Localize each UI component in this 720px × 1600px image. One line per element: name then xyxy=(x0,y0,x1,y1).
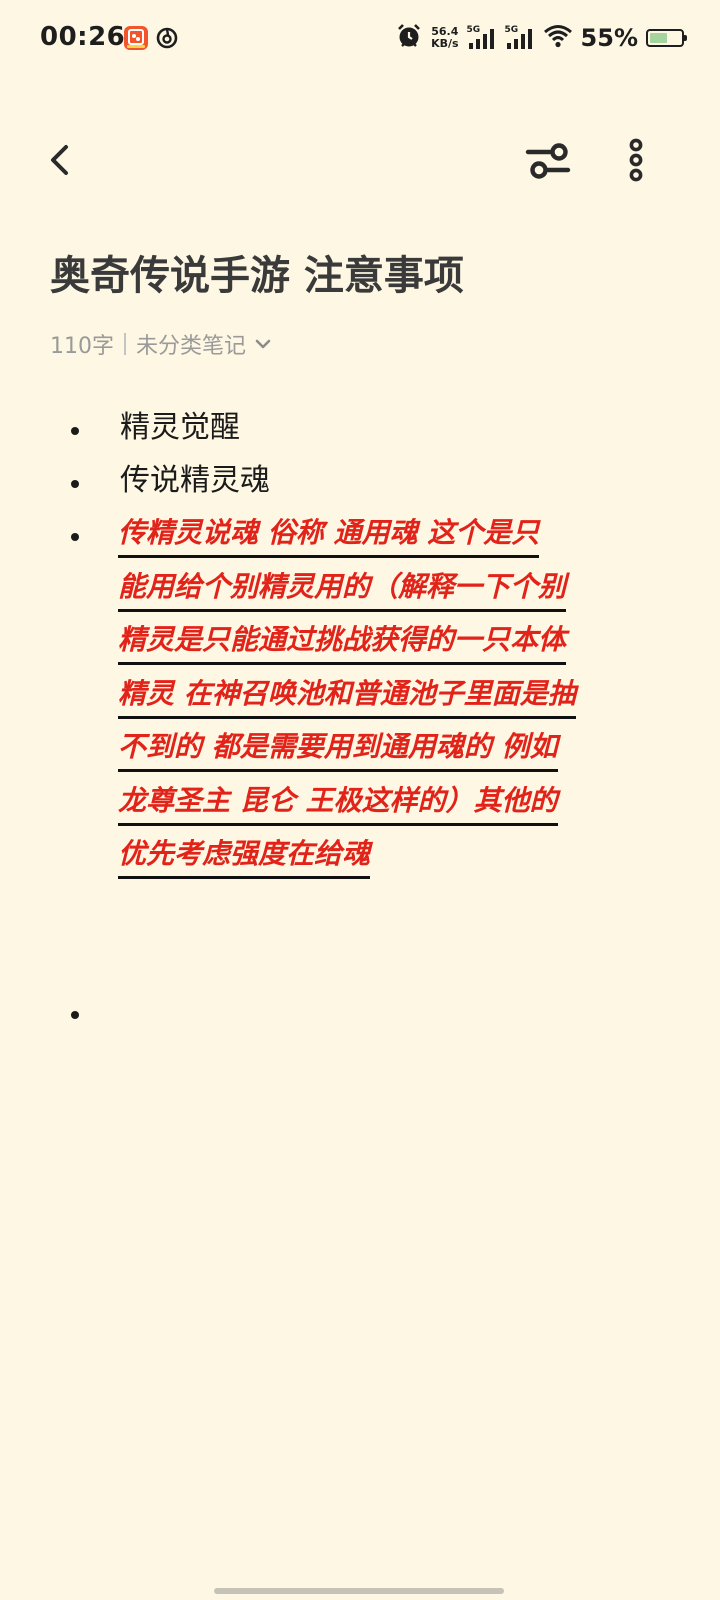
highlight-line: 不到的 都是需要用到通用魂的 例如 xyxy=(118,722,558,772)
netease-music-icon xyxy=(155,26,179,50)
note-editor-screen: 00:26 56.4 KB/s 5G 5G 55% 奥奇传说手游 注意事项 11… xyxy=(0,0,720,1600)
back-arrow-icon xyxy=(51,145,68,175)
app-icon xyxy=(124,26,148,50)
note-title[interactable]: 奥奇传说手游 注意事项 xyxy=(50,246,690,306)
chevron-down-icon xyxy=(255,339,271,349)
bullet-point-empty[interactable] xyxy=(71,1011,79,1019)
highlighted-list-item[interactable]: 传精灵说魂 俗称 通用魂 这个是只 能用给个别精灵用的（解释一下个别 精灵是只能… xyxy=(118,508,670,883)
alarm-icon xyxy=(395,22,423,54)
home-indicator[interactable] xyxy=(214,1588,504,1594)
status-bar: 00:26 56.4 KB/s 5G 5G 55% xyxy=(0,0,720,78)
highlight-line: 精灵是只能通过挑战获得的一只本体 xyxy=(118,615,567,665)
wifi-icon xyxy=(543,23,573,53)
battery-level-fill xyxy=(650,33,667,43)
list-item[interactable]: 精灵觉醒 xyxy=(120,402,240,454)
filter-button[interactable] xyxy=(522,134,578,186)
char-count: 110字 xyxy=(50,334,114,359)
signal-icon: 5G xyxy=(505,25,535,51)
list-item[interactable]: 传说精灵魂 xyxy=(120,455,270,507)
bullet-point xyxy=(71,533,79,541)
network-speed: 56.4 KB/s xyxy=(431,26,458,50)
bullet-point xyxy=(71,480,79,488)
status-icons: 56.4 KB/s 5G 5G 55% xyxy=(387,22,687,54)
battery-percent: 55% xyxy=(580,24,638,52)
meta-divider xyxy=(124,333,126,355)
highlight-line: 龙尊圣主 昆仑 王极这样的）其他的 xyxy=(118,776,558,826)
status-time: 00:26 xyxy=(40,22,126,52)
note-meta: 110字 未分类笔记 xyxy=(50,326,272,362)
category-label: 未分类笔记 xyxy=(136,334,247,359)
signal-icon: 5G xyxy=(467,25,497,51)
filter-sliders-icon xyxy=(525,143,571,179)
battery-icon xyxy=(646,29,687,47)
highlight-line: 能用给个别精灵用的（解释一下个别 xyxy=(118,562,567,612)
bullet-point xyxy=(71,427,79,435)
network-speed-unit: KB/s xyxy=(431,37,459,50)
back-button[interactable] xyxy=(36,134,84,186)
highlight-line: 优先考虑强度在给魂 xyxy=(118,829,371,879)
more-options-button[interactable] xyxy=(614,134,658,186)
category-selector[interactable]: 未分类笔记 xyxy=(136,328,272,360)
highlight-line: 传精灵说魂 俗称 通用魂 这个是只 xyxy=(118,508,540,558)
highlight-line: 精灵 在神召唤池和普通池子里面是抽 xyxy=(118,669,576,719)
more-vertical-icon xyxy=(629,138,643,182)
